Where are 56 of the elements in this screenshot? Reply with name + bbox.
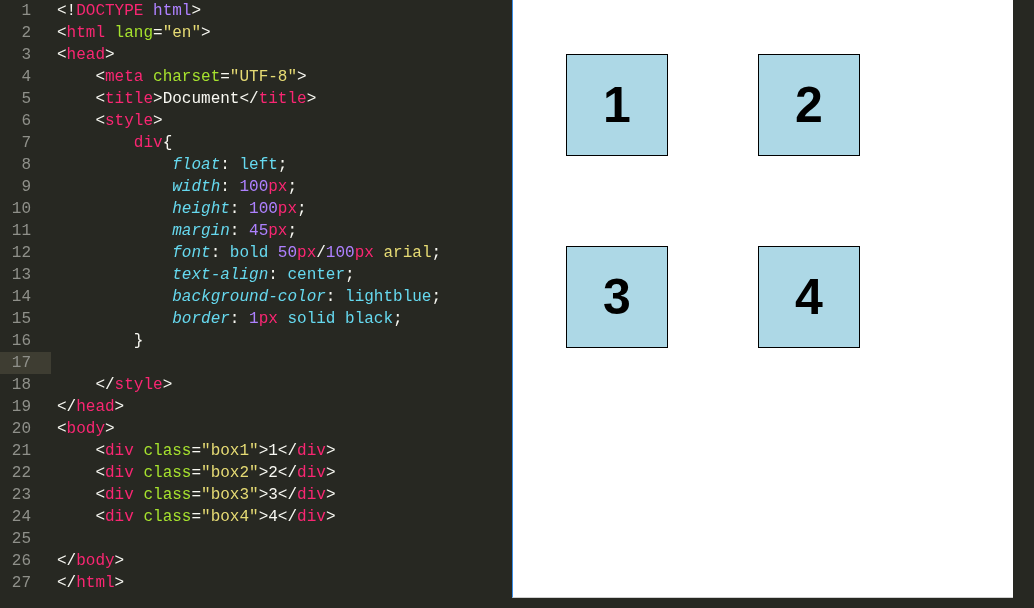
line-number: 20 (10, 419, 32, 440)
line-number: 2 (20, 23, 32, 44)
code-line: } (132, 331, 144, 352)
line-number: 25 (10, 529, 32, 550)
line-number: 27 (10, 573, 32, 594)
code-line: <body> (56, 419, 115, 440)
number-box: 4 (758, 246, 860, 348)
line-number: 21 (10, 441, 32, 462)
line-number: 15 (10, 309, 32, 330)
code-line: <!DOCTYPE html> (56, 1, 202, 22)
code-line: <meta charset="UTF-8"> (94, 67, 307, 88)
code-line: <div class="box3">3</div> (94, 485, 336, 506)
line-number: 24 (10, 507, 32, 528)
line-number: 3 (20, 45, 32, 66)
code-line: text-align: center; (171, 265, 355, 286)
number-box: 1 (566, 54, 668, 156)
code-line: <div class="box2">2</div> (94, 463, 336, 484)
line-number: 4 (20, 67, 32, 88)
code-line: width: 100px; (171, 177, 298, 198)
code-line: </html> (56, 573, 125, 594)
line-number: 19 (10, 397, 32, 418)
line-number: 1 (20, 1, 32, 22)
code-line: div{ (132, 133, 173, 154)
code-line: <div class="box4">4</div> (94, 507, 336, 528)
code-line: <title>Document</title> (94, 89, 317, 110)
line-number: 10 (10, 199, 32, 220)
code-line: <div class="box1">1</div> (94, 441, 336, 462)
line-number: 22 (10, 463, 32, 484)
code-line: background-color: lightblue; (171, 287, 442, 308)
code-line: font: bold 50px/100px arial; (171, 243, 442, 264)
code-line: float: left; (171, 155, 288, 176)
code-line: margin: 45px; (171, 221, 298, 242)
line-number: 23 (10, 485, 32, 506)
code-line: border: 1px solid black; (171, 309, 403, 330)
line-number: 6 (20, 111, 32, 132)
code-line: </style> (94, 375, 173, 396)
line-number: 12 (10, 243, 32, 264)
number-box: 2 (758, 54, 860, 156)
code-line: <html lang="en"> (56, 23, 211, 44)
line-number: 7 (20, 133, 32, 154)
line-number: 16 (10, 331, 32, 352)
line-number: 17 (0, 352, 51, 374)
line-number: 18 (10, 375, 32, 396)
code-line: </body> (56, 551, 125, 572)
line-number: 9 (20, 177, 32, 198)
code-line: <style> (94, 111, 163, 132)
line-number: 14 (10, 287, 32, 308)
code-line: </head> (56, 397, 125, 418)
line-number: 8 (20, 155, 32, 176)
code-line: height: 100px; (171, 199, 307, 220)
line-number: 26 (10, 551, 32, 572)
line-number: 5 (20, 89, 32, 110)
line-number: 11 (10, 221, 32, 242)
number-box: 3 (566, 246, 668, 348)
code-line: <head> (56, 45, 115, 66)
line-number: 13 (10, 265, 32, 286)
